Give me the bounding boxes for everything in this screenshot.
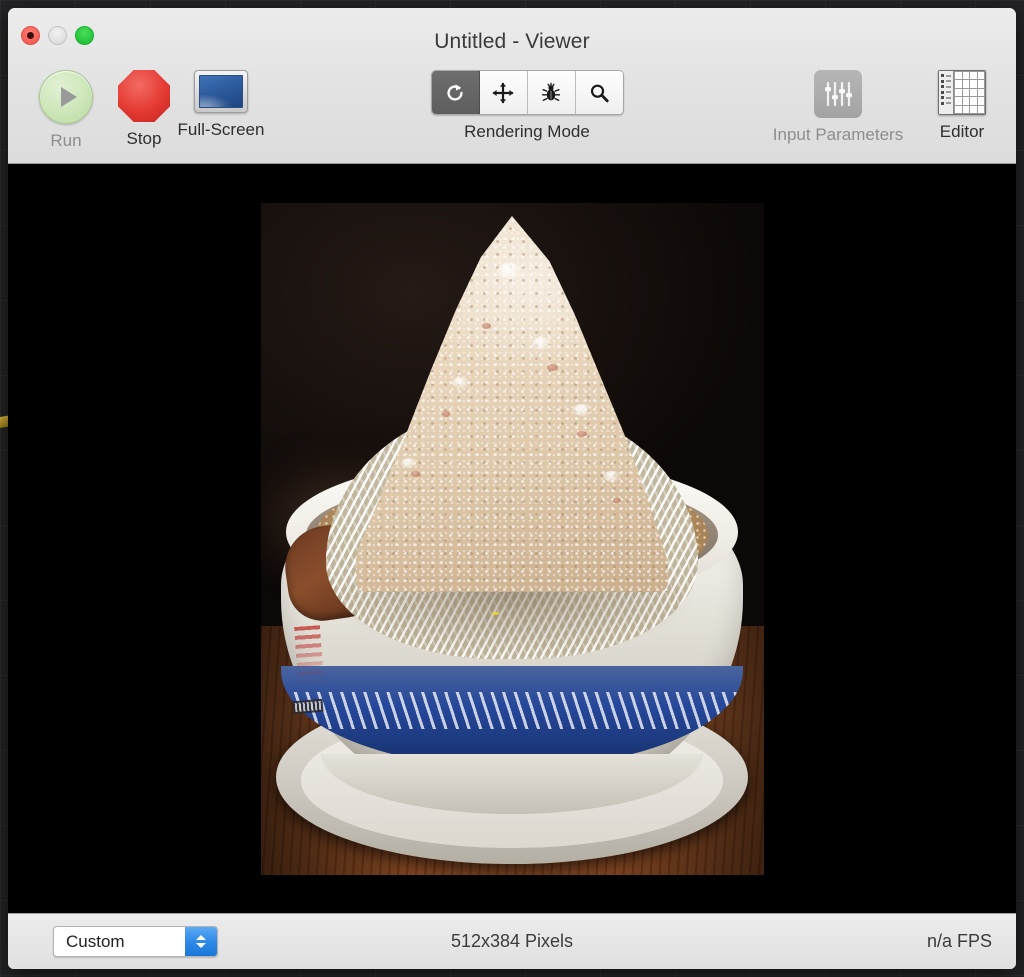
photo-gloss-highlight — [401, 457, 419, 468]
magnifier-icon — [590, 84, 609, 102]
viewer-window: Untitled - Viewer Run Stop Full-Screen R… — [8, 8, 1016, 969]
fps-label: n/a FPS — [926, 931, 992, 951]
status-bar: Custom 512x384 Pixels n/a FPS — [8, 913, 1016, 969]
photo-bowl-red-text — [293, 625, 324, 685]
play-icon — [39, 70, 93, 124]
photo-meat-bit — [441, 410, 450, 417]
editor-button[interactable]: Editor — [916, 70, 1008, 142]
rendering-mode-group: Rendering Mode — [430, 70, 624, 142]
move-icon — [492, 82, 514, 103]
input-parameters-button[interactable]: Input Parameters — [760, 70, 916, 145]
fullscreen-button[interactable]: Full-Screen — [173, 70, 269, 140]
segment-zoom[interactable] — [575, 71, 623, 114]
photo-gloss-highlight — [496, 262, 523, 279]
image-canvas[interactable] — [8, 164, 1016, 913]
display-icon — [194, 70, 248, 113]
photo-gloss-highlight — [602, 471, 622, 483]
photo-meat-bit — [612, 498, 621, 504]
titlebar-toolbar: Untitled - Viewer Run Stop Full-Screen R… — [8, 8, 1016, 164]
stop-octagon-icon — [118, 70, 170, 122]
bug-icon — [541, 82, 561, 101]
editor-label: Editor — [939, 122, 985, 141]
segment-move[interactable] — [479, 71, 528, 114]
window-title: Untitled - Viewer — [434, 30, 590, 53]
sliders-icon — [814, 70, 862, 118]
segment-debug[interactable] — [527, 71, 576, 114]
refresh-icon — [447, 83, 463, 101]
fullscreen-label: Full-Screen — [177, 120, 265, 139]
photo-gloss-highlight — [532, 336, 553, 350]
photo-gloss-highlight — [451, 377, 470, 389]
rendering-mode-label: Rendering Mode — [464, 122, 590, 141]
input-parameters-label: Input Parameters — [772, 125, 904, 144]
rendering-mode-segmented-control[interactable] — [430, 70, 624, 115]
dimensions-label: 512x384 Pixels — [450, 931, 574, 951]
ramen-photo — [260, 202, 764, 875]
table-editor-icon — [938, 70, 986, 115]
segment-refresh[interactable] — [431, 71, 480, 114]
photo-bowl-stamp — [292, 698, 324, 715]
stop-label: Stop — [126, 129, 162, 148]
photo-meat-bit — [547, 363, 559, 371]
run-label: Run — [50, 131, 82, 150]
